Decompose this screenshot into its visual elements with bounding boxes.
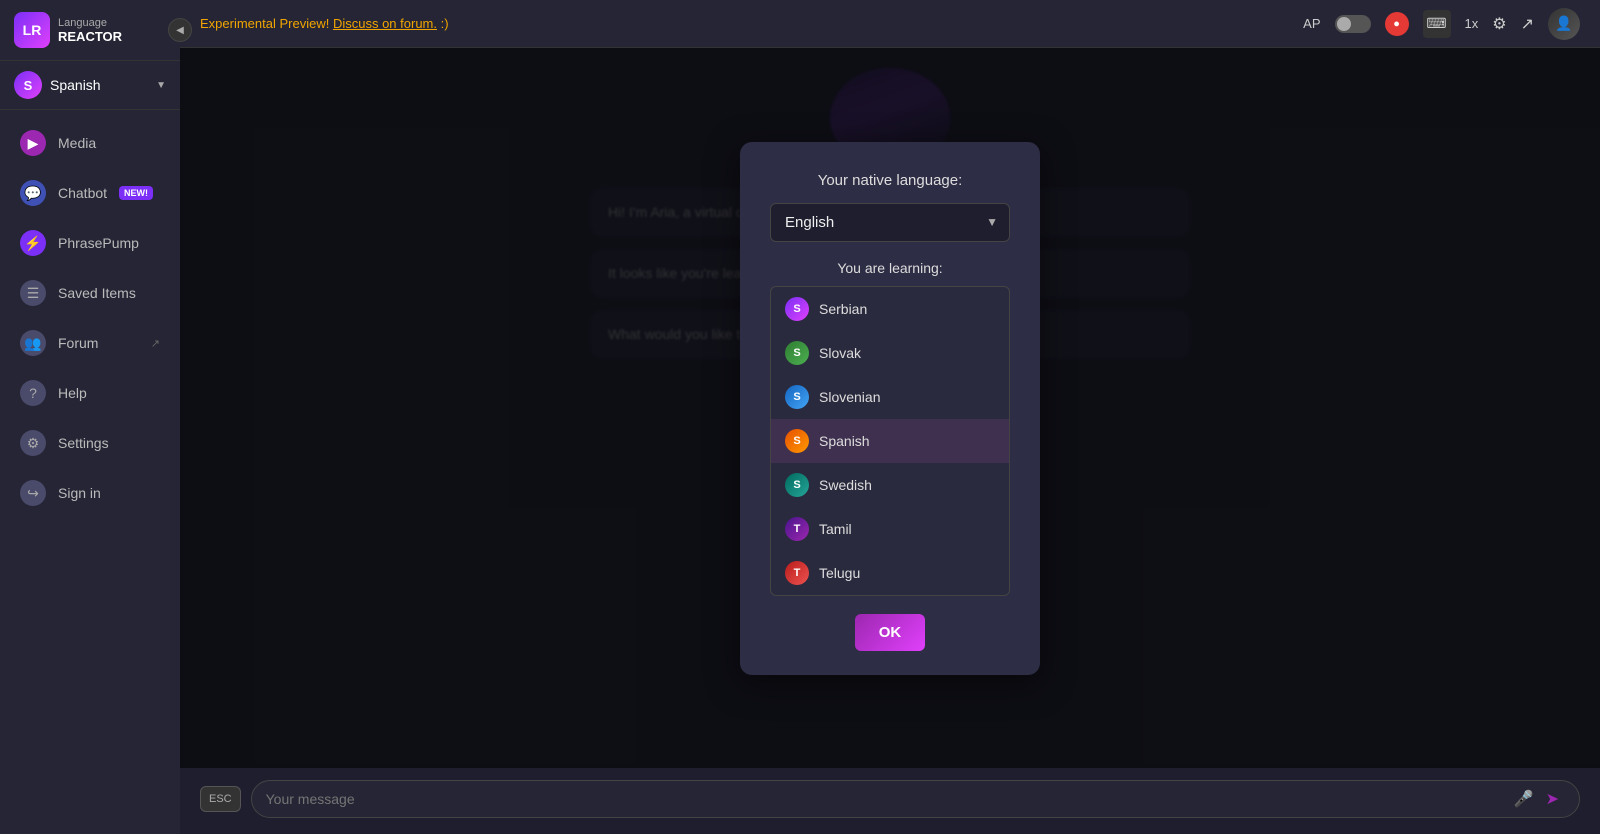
settings-icon: ⚙	[20, 430, 46, 456]
discuss-forum-link[interactable]: Discuss on forum.	[333, 16, 437, 31]
serbian-label: Serbian	[819, 301, 867, 317]
dialog-overlay: Your native language: English ▼ You are …	[180, 48, 1600, 768]
ok-button[interactable]: OK	[855, 614, 925, 651]
experimental-notice: Experimental Preview! Discuss on forum. …	[200, 16, 449, 31]
sidebar-item-help-label: Help	[58, 385, 87, 401]
chat-area: Hi! I'm Aria, a virtual conversation par…	[180, 48, 1600, 768]
external-link-icon: ↗	[151, 337, 160, 350]
sidebar-item-media[interactable]: ▶ Media	[6, 120, 174, 166]
telugu-avatar: T	[785, 561, 809, 585]
main-area: Experimental Preview! Discuss on forum. …	[180, 0, 1600, 834]
sidebar-item-media-label: Media	[58, 135, 96, 151]
sidebar-item-saved-label: Saved Items	[58, 285, 136, 301]
chatbot-badge: NEW!	[119, 186, 153, 200]
ap-toggle[interactable]	[1335, 15, 1371, 33]
language-selector[interactable]: S Spanish ▼	[0, 61, 180, 110]
native-language-title: Your native language:	[770, 172, 1010, 189]
telugu-label: Telugu	[819, 565, 860, 581]
record-button[interactable]: ●	[1385, 12, 1409, 36]
ap-label: AP	[1303, 16, 1320, 31]
microphone-button[interactable]: 🎤	[1508, 785, 1540, 813]
dropdown-item-spanish[interactable]: S Spanish	[771, 419, 1009, 463]
sidebar-item-help[interactable]: ? Help	[6, 370, 174, 416]
sidebar-item-chatbot-label: Chatbot	[58, 185, 107, 201]
sidebar-item-chatbot[interactable]: 💬 Chatbot NEW!	[6, 170, 174, 216]
share-button[interactable]: ↗	[1521, 14, 1534, 34]
dropdown-item-slovak[interactable]: S Slovak	[771, 331, 1009, 375]
language-name: Spanish	[50, 77, 148, 93]
tamil-label: Tamil	[819, 521, 852, 537]
message-input[interactable]	[266, 781, 1508, 817]
language-dropdown-arrow: ▼	[156, 80, 166, 91]
dropdown-item-serbian[interactable]: S Serbian	[771, 287, 1009, 331]
sidebar-item-settings-label: Settings	[58, 435, 109, 451]
sidebar-item-phrasepump[interactable]: ⚡ PhrasePump	[6, 220, 174, 266]
media-icon: ▶	[20, 130, 46, 156]
dropdown-item-swedish[interactable]: S Swedish	[771, 463, 1009, 507]
logo-text: Language REACTOR	[58, 17, 122, 44]
swedish-label: Swedish	[819, 477, 872, 493]
phrasepump-icon: ⚡	[20, 230, 46, 256]
logo-icon: LR	[14, 12, 50, 48]
spanish-label: Spanish	[819, 433, 870, 449]
spanish-avatar: S	[785, 429, 809, 453]
learning-language-label: You are learning:	[770, 260, 1010, 276]
native-language-select[interactable]: English	[770, 203, 1010, 242]
collapse-button[interactable]: ◀	[168, 18, 192, 42]
sidebar-item-settings[interactable]: ⚙ Settings	[6, 420, 174, 466]
message-bar: ESC 🎤 ➤	[180, 768, 1600, 834]
logo-title: Language	[58, 17, 122, 29]
forum-icon: 👥	[20, 330, 46, 356]
slovenian-label: Slovenian	[819, 389, 881, 405]
saved-icon: ☰	[20, 280, 46, 306]
sidebar-item-saved[interactable]: ☰ Saved Items	[6, 270, 174, 316]
sidebar: LR Language REACTOR ◀ S Spanish ▼ ▶ Medi…	[0, 0, 180, 834]
ap-toggle-knob	[1337, 17, 1351, 31]
esc-button[interactable]: ESC	[200, 786, 241, 812]
chatbot-icon: 💬	[20, 180, 46, 206]
send-button[interactable]: ➤	[1540, 785, 1565, 813]
gear-button[interactable]: ⚙	[1492, 14, 1506, 34]
sidebar-item-forum-label: Forum	[58, 335, 98, 351]
speed-label: 1x	[1465, 16, 1479, 31]
sidebar-item-forum[interactable]: 👥 Forum ↗	[6, 320, 174, 366]
sidebar-item-signin-label: Sign in	[58, 485, 101, 501]
tamil-avatar: T	[785, 517, 809, 541]
serbian-avatar: S	[785, 297, 809, 321]
message-input-wrapper: 🎤 ➤	[251, 780, 1580, 818]
dropdown-item-telugu[interactable]: T Telugu	[771, 551, 1009, 595]
user-avatar[interactable]: 👤	[1548, 8, 1580, 40]
signin-icon: ↪	[20, 480, 46, 506]
dropdown-item-tamil[interactable]: T Tamil	[771, 507, 1009, 551]
top-bar: Experimental Preview! Discuss on forum. …	[180, 0, 1600, 48]
swedish-avatar: S	[785, 473, 809, 497]
native-language-select-wrapper: English ▼	[770, 203, 1010, 242]
keyboard-button[interactable]: ⌨	[1423, 10, 1451, 38]
language-avatar: S	[14, 71, 42, 99]
logo-subtitle: REACTOR	[58, 29, 122, 44]
learning-language-dropdown: S Serbian S Slovak S Slovenian S Spanish S Swedis…	[770, 286, 1010, 596]
slovak-avatar: S	[785, 341, 809, 365]
top-controls: AP ● ⌨ 1x ⚙ ↗ 👤	[1303, 8, 1580, 40]
slovenian-avatar: S	[785, 385, 809, 409]
sidebar-item-signin[interactable]: ↪ Sign in	[6, 470, 174, 516]
help-icon: ?	[20, 380, 46, 406]
logo-area: LR Language REACTOR ◀	[0, 0, 180, 61]
language-settings-dialog: Your native language: English ▼ You are …	[740, 142, 1040, 675]
sidebar-item-phrasepump-label: PhrasePump	[58, 235, 139, 251]
dropdown-item-slovenian[interactable]: S Slovenian	[771, 375, 1009, 419]
sidebar-nav: ▶ Media 💬 Chatbot NEW! ⚡ PhrasePump ☰ Sa…	[0, 110, 180, 834]
slovak-label: Slovak	[819, 345, 861, 361]
